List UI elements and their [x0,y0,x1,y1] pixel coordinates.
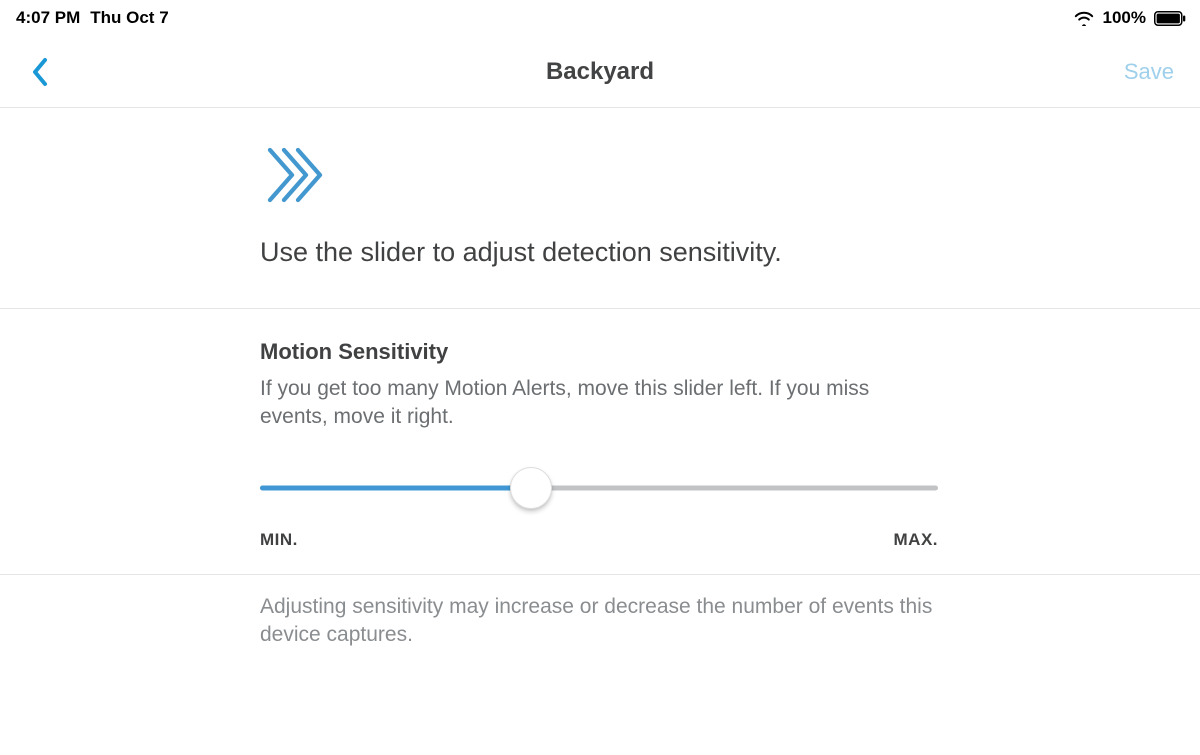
status-date: Thu Oct 7 [90,8,168,28]
slider-max-label: MAX. [894,530,939,550]
section-help-text: If you get too many Motion Alerts, move … [260,375,900,432]
sensitivity-slider[interactable] [260,466,938,510]
intro-heading: Use the slider to adjust detection sensi… [260,237,1200,268]
intro-section: Use the slider to adjust detection sensi… [0,108,1200,309]
battery-icon [1154,11,1186,26]
chevron-left-icon [31,57,49,87]
battery-percent: 100% [1103,8,1146,28]
slider-thumb[interactable] [510,467,552,509]
save-button[interactable]: Save [1124,59,1174,85]
page-title: Backyard [546,58,654,86]
back-button[interactable] [24,52,56,92]
motion-chevrons-icon [264,144,1200,211]
slider-min-label: MIN. [260,530,298,550]
slider-track [260,485,938,490]
status-bar-right: 100% [1073,8,1186,28]
slider-labels: MIN. MAX. [260,530,938,550]
status-bar-left: 4:07 PM Thu Oct 7 [16,8,169,28]
motion-sensitivity-section: Motion Sensitivity If you get too many M… [0,309,1200,575]
status-time: 4:07 PM [16,8,80,28]
section-title: Motion Sensitivity [260,339,940,365]
status-bar: 4:07 PM Thu Oct 7 100% [0,0,1200,36]
wifi-icon [1073,10,1095,26]
footer-note: Adjusting sensitivity may increase or de… [0,575,1200,668]
slider-fill [260,485,531,490]
nav-header: Backyard Save [0,36,1200,108]
